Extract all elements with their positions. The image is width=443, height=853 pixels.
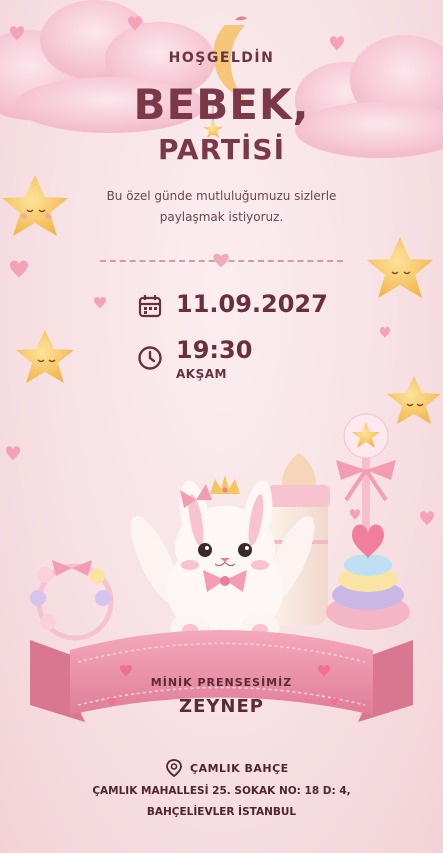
star-left-top (2, 175, 68, 236)
event-period: AKŞAM (176, 367, 227, 381)
welcome-heading: HOŞGELDİN (168, 50, 275, 66)
star-left-mid (16, 330, 74, 383)
stacking-rings (326, 524, 410, 630)
ribbon-subtitle: MİNİK PRENSESİMİZ (150, 676, 293, 689)
bead-rattle (30, 560, 114, 641)
calendar-icon (138, 295, 162, 318)
title-line-1: BEBEK, (133, 80, 310, 129)
star-right-mid (387, 376, 441, 424)
clock-icon (138, 346, 162, 370)
title-line-2: PARTİSİ (157, 133, 286, 166)
location-pin-icon (166, 759, 182, 777)
heart-icon (213, 253, 229, 267)
baby-name: ZEYNEP (179, 696, 264, 717)
venue-name: ÇAMLIK BAHÇE (190, 762, 289, 775)
event-time: 19:30 (176, 336, 253, 364)
event-date: 11.09.2027 (176, 290, 328, 318)
venue-address: ÇAMLIK MAHALLESİ 25. SOKAK NO: 18 D: 4, … (92, 785, 351, 818)
invitation-message: Bu özel günde mutluluğumuzu sizlerle pay… (106, 189, 337, 224)
invitation-card: HOŞGELDİN BEBEK, PARTİSİ Bu özel günde m… (0, 0, 443, 853)
star-right-top (367, 237, 433, 298)
